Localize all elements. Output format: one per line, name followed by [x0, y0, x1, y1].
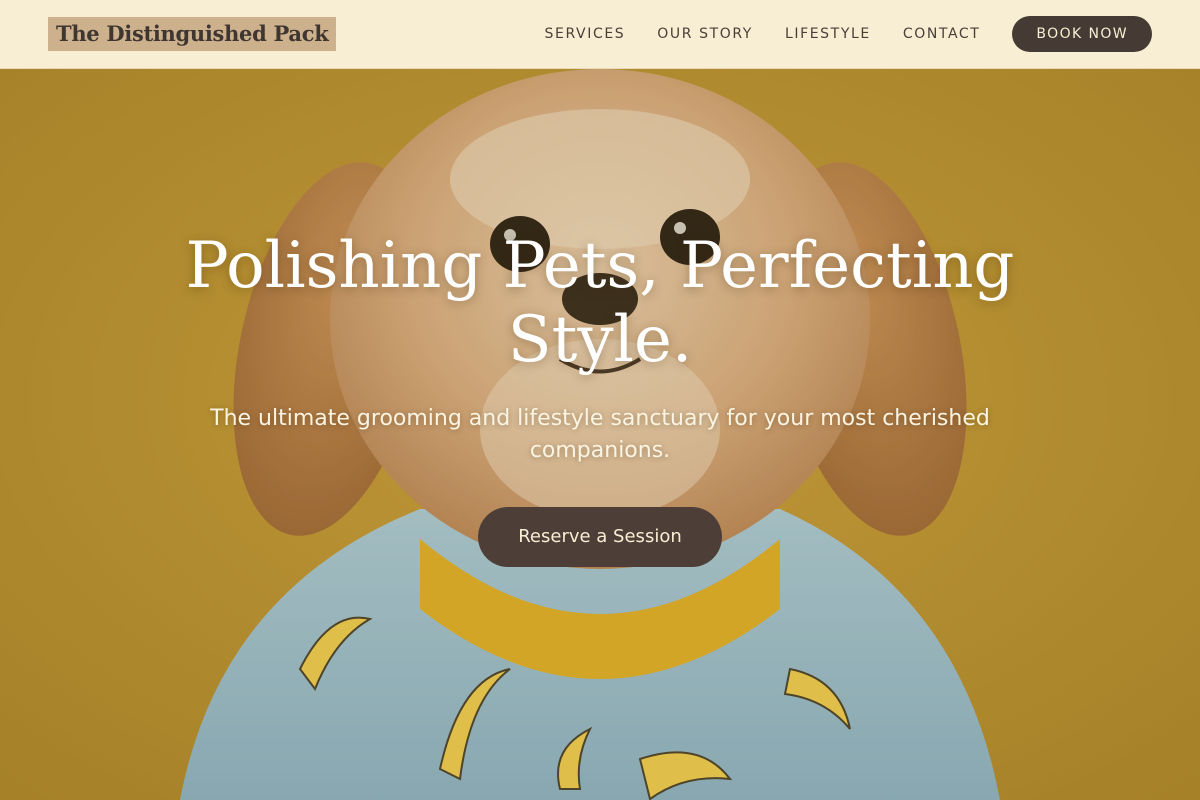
hero-content: Polishing Pets, Perfecting Style. The ul…: [150, 229, 1050, 567]
hero-title: Polishing Pets, Perfecting Style.: [185, 229, 1015, 377]
book-now-button[interactable]: BOOK NOW: [1012, 16, 1152, 52]
brand-logo[interactable]: The Distinguished Pack: [48, 17, 337, 51]
page: The Distinguished Pack SERVICES OUR STOR…: [0, 0, 1200, 800]
nav-link-services[interactable]: SERVICES: [545, 26, 626, 42]
reserve-session-button[interactable]: Reserve a Session: [478, 507, 722, 567]
site-header: The Distinguished Pack SERVICES OUR STOR…: [0, 0, 1200, 69]
hero-subtitle: The ultimate grooming and lifestyle sanc…: [210, 406, 990, 463]
nav-link-our-story[interactable]: OUR STORY: [657, 26, 753, 42]
nav-link-contact[interactable]: CONTACT: [903, 26, 981, 42]
nav-link-lifestyle[interactable]: LIFESTYLE: [785, 26, 871, 42]
hero-section: Polishing Pets, Perfecting Style. The ul…: [0, 69, 1200, 800]
main-nav: SERVICES OUR STORY LIFESTYLE CONTACT BOO…: [545, 0, 1152, 68]
